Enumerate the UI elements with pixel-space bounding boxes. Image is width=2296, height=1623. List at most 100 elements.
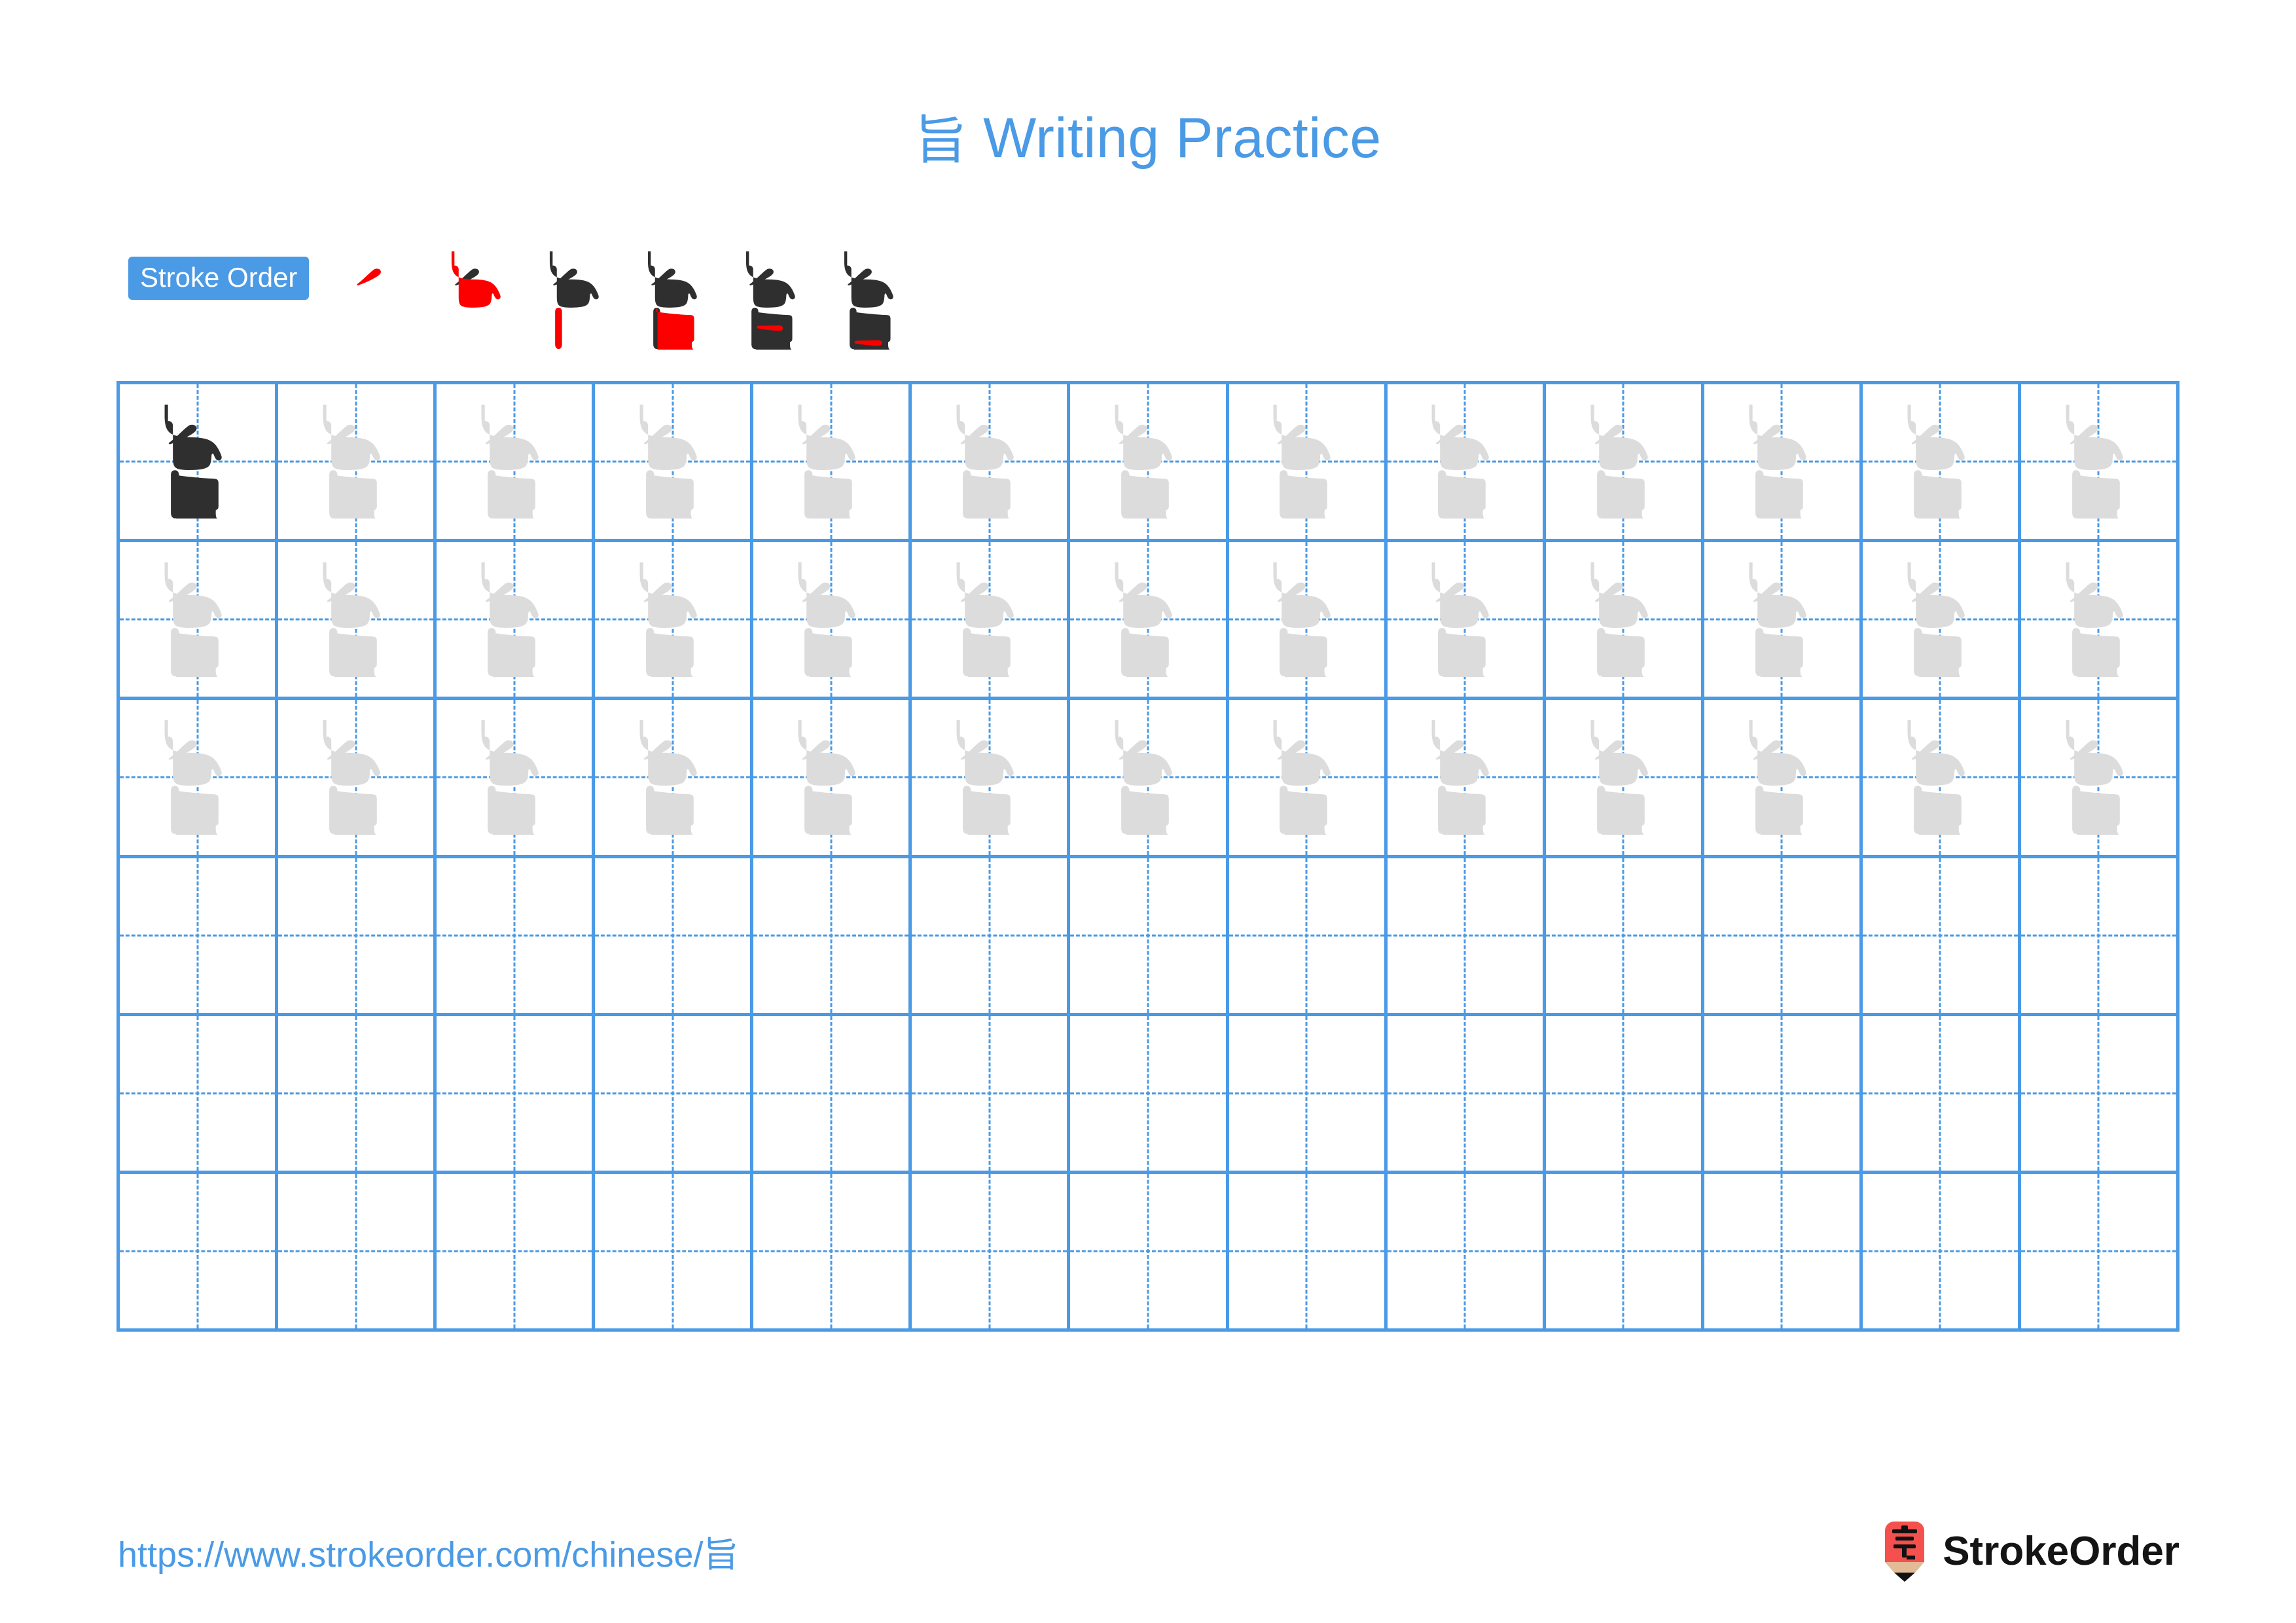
practice-cell[interactable] (278, 1015, 437, 1174)
practice-cell[interactable] (1545, 700, 1704, 858)
practice-cell[interactable] (1070, 542, 1229, 701)
practice-cell[interactable] (120, 542, 279, 701)
practice-cell[interactable] (1862, 1015, 2021, 1174)
practice-cell[interactable] (595, 1173, 754, 1332)
stroke-step-2-glyph (452, 251, 501, 308)
practice-cell[interactable] (912, 1015, 1071, 1174)
practice-cell[interactable] (1862, 858, 2021, 1016)
practice-cell[interactable] (2020, 858, 2180, 1016)
practice-cell[interactable] (278, 700, 437, 858)
practice-cell[interactable] (2020, 1173, 2180, 1332)
practice-cell[interactable] (595, 384, 754, 543)
practice-cell[interactable] (1229, 1173, 1388, 1332)
trace-character (2021, 542, 2176, 697)
practice-cell[interactable] (1545, 1015, 1704, 1174)
brand-logo: StrokeOrder (1881, 1519, 2179, 1584)
practice-cell[interactable] (2020, 1015, 2180, 1174)
practice-cell[interactable] (2020, 384, 2180, 543)
practice-grid-row (120, 542, 2180, 701)
practice-cell[interactable] (1070, 1015, 1229, 1174)
practice-cell[interactable] (1070, 384, 1229, 543)
practice-cell[interactable] (1704, 700, 1863, 858)
practice-cell[interactable] (1704, 1015, 1863, 1174)
practice-cell[interactable] (120, 858, 279, 1016)
trace-character (595, 542, 750, 697)
practice-cell[interactable] (1862, 542, 2021, 701)
practice-cell[interactable] (1862, 1173, 2021, 1332)
practice-cell[interactable] (1545, 1173, 1704, 1332)
practice-cell[interactable] (120, 384, 279, 543)
practice-cell[interactable] (1229, 384, 1388, 543)
stroke-step-1-glyph (357, 268, 382, 285)
practice-cell[interactable] (1704, 384, 1863, 543)
practice-grid (117, 381, 2180, 1332)
pencil-logo-icon (1881, 1522, 1928, 1582)
stroke-step-2 (431, 251, 529, 350)
trace-character (1229, 384, 1384, 539)
practice-cell[interactable] (1387, 384, 1546, 543)
practice-cell[interactable] (595, 1015, 754, 1174)
practice-cell[interactable] (753, 384, 912, 543)
practice-cell[interactable] (437, 542, 596, 701)
practice-cell[interactable] (1387, 1015, 1546, 1174)
stroke-step-5 (725, 251, 823, 350)
practice-cell[interactable] (1229, 1015, 1388, 1174)
practice-cell[interactable] (1387, 1173, 1546, 1332)
practice-cell[interactable] (753, 858, 912, 1016)
practice-cell[interactable] (1070, 858, 1229, 1016)
practice-cell[interactable] (2020, 542, 2180, 701)
practice-cell[interactable] (1070, 700, 1229, 858)
stroke-order-steps (332, 251, 922, 350)
practice-cell[interactable] (437, 1015, 596, 1174)
practice-cell[interactable] (437, 384, 596, 543)
practice-cell[interactable] (753, 1173, 912, 1332)
practice-cell[interactable] (912, 1173, 1071, 1332)
practice-cell[interactable] (278, 858, 437, 1016)
practice-cell[interactable] (1387, 858, 1546, 1016)
practice-cell[interactable] (1070, 1173, 1229, 1332)
practice-cell[interactable] (120, 1015, 279, 1174)
stroke-order-section: Stroke Order (128, 251, 922, 350)
practice-cell[interactable] (278, 384, 437, 543)
practice-grid-row (120, 1015, 2180, 1174)
practice-cell[interactable] (2020, 700, 2180, 858)
practice-cell[interactable] (278, 1173, 437, 1332)
practice-cell[interactable] (1387, 700, 1546, 858)
practice-cell[interactable] (595, 700, 754, 858)
practice-cell[interactable] (437, 858, 596, 1016)
practice-grid-row (120, 384, 2180, 543)
practice-cell[interactable] (912, 858, 1071, 1016)
stroke-step-1 (332, 251, 431, 350)
practice-cell[interactable] (1545, 858, 1704, 1016)
practice-cell[interactable] (437, 700, 596, 858)
practice-cell[interactable] (120, 700, 279, 858)
practice-cell[interactable] (1704, 1173, 1863, 1332)
practice-cell[interactable] (595, 858, 754, 1016)
practice-cell[interactable] (1704, 858, 1863, 1016)
practice-cell[interactable] (753, 542, 912, 701)
trace-character (753, 700, 908, 854)
trace-character (278, 542, 433, 697)
practice-cell[interactable] (1862, 700, 2021, 858)
practice-cell[interactable] (1229, 858, 1388, 1016)
practice-cell[interactable] (912, 700, 1071, 858)
practice-cell[interactable] (1545, 384, 1704, 543)
practice-cell[interactable] (1229, 700, 1388, 858)
practice-cell[interactable] (912, 542, 1071, 701)
practice-cell[interactable] (1862, 384, 2021, 543)
practice-cell[interactable] (437, 1173, 596, 1332)
practice-cell[interactable] (278, 542, 437, 701)
footer-url[interactable]: https://www.strokeorder.com/chinese/旨 (118, 1537, 738, 1573)
practice-cell[interactable] (1387, 542, 1546, 701)
practice-cell[interactable] (120, 1173, 279, 1332)
practice-cell[interactable] (753, 700, 912, 858)
practice-cell[interactable] (1704, 542, 1863, 701)
trace-character (1070, 700, 1225, 854)
practice-cell[interactable] (595, 542, 754, 701)
practice-cell[interactable] (753, 1015, 912, 1174)
trace-character (1388, 700, 1543, 854)
practice-cell[interactable] (912, 384, 1071, 543)
practice-cell[interactable] (1229, 542, 1388, 701)
trace-character (120, 542, 275, 697)
practice-cell[interactable] (1545, 542, 1704, 701)
